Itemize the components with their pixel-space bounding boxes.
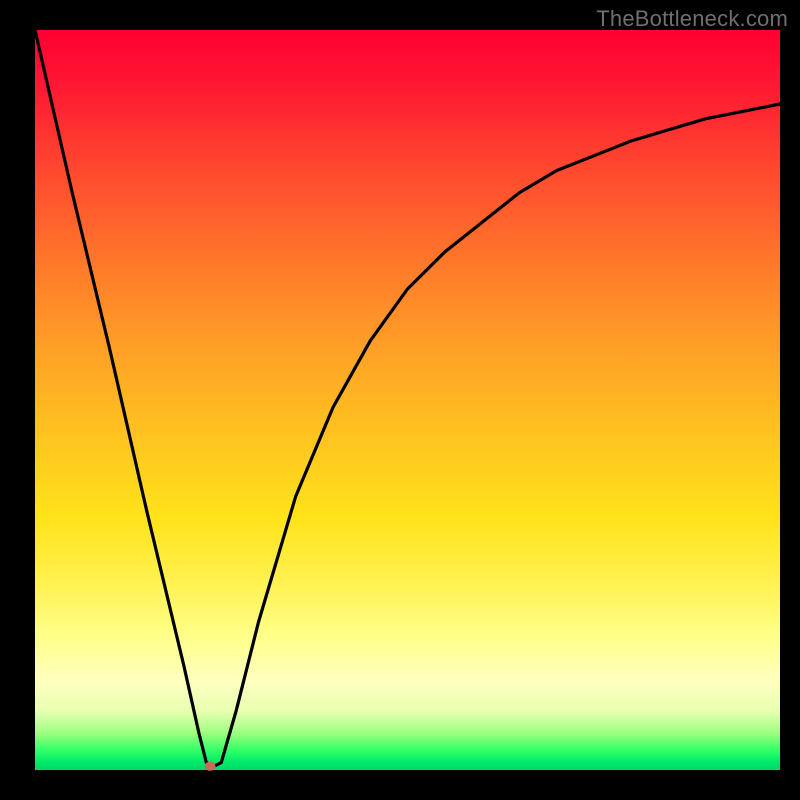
minimum-marker [205, 762, 216, 771]
curve-group [35, 30, 780, 771]
bottleneck-curve [35, 30, 780, 766]
watermark-text: TheBottleneck.com [596, 6, 788, 32]
plot-area [35, 30, 780, 770]
chart-svg [35, 30, 780, 770]
chart-frame: TheBottleneck.com [0, 0, 800, 800]
